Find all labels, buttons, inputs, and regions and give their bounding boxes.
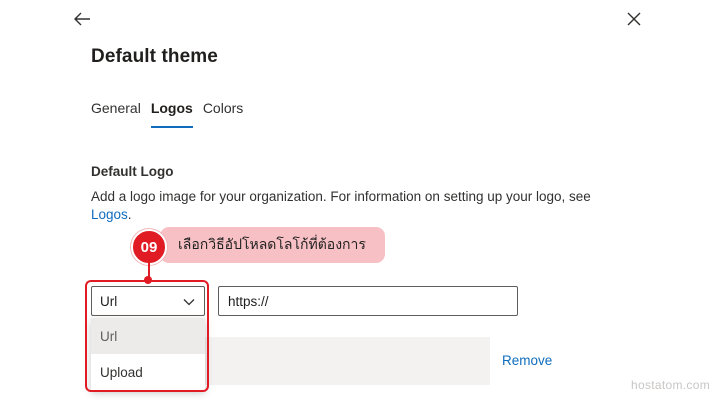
tab-colors[interactable]: Colors	[203, 100, 243, 128]
close-icon[interactable]	[623, 8, 645, 30]
tab-general[interactable]: General	[91, 100, 141, 128]
annotation-text: เลือกวิธีอัปโหลดโลโก้ที่ต้องการ	[178, 236, 366, 252]
watermark: hostatom.com	[631, 378, 710, 392]
link-suffix: .	[127, 207, 132, 222]
annotation-callout: เลือกวิธีอัปโหลดโลโก้ที่ต้องการ	[160, 227, 385, 263]
logo-url-input[interactable]	[218, 286, 518, 316]
section-title: Default Logo	[91, 164, 174, 179]
tab-list: General Logos Colors	[91, 100, 253, 128]
logos-link[interactable]: Logos	[91, 207, 128, 222]
annotation-highlight-box	[85, 280, 209, 392]
logo-preview-area	[200, 337, 490, 385]
section-description: Add a logo image for your organization. …	[91, 188, 651, 224]
tab-logos[interactable]: Logos	[150, 100, 193, 128]
step-badge: 09	[131, 229, 167, 265]
arrow-left-icon[interactable]	[71, 8, 93, 30]
page-title: Default theme	[91, 46, 218, 67]
description-text: Add a logo image for your organization. …	[91, 189, 591, 204]
remove-link[interactable]: Remove	[502, 353, 552, 368]
